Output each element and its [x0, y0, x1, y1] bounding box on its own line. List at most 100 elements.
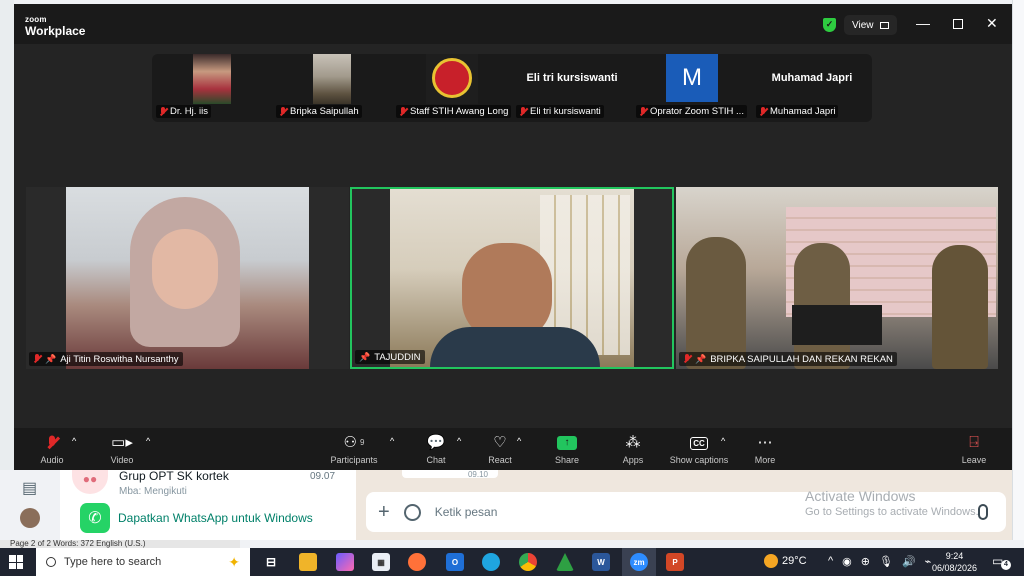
archive-icon[interactable]: ▤: [22, 478, 37, 498]
task-view-icon[interactable]: ⊟: [262, 553, 280, 571]
captions-icon: CC: [690, 434, 708, 452]
chat-item-name[interactable]: Grup OPT SK kortek: [119, 469, 229, 483]
taskbar-search[interactable]: Type here to search ✦: [36, 548, 250, 576]
laptop: [792, 305, 882, 345]
strip-tile[interactable]: Dr. Hj. iis: [152, 54, 272, 122]
participant-video: [676, 187, 998, 369]
audio-options-caret[interactable]: ^: [72, 436, 76, 446]
officer-figure: [932, 245, 988, 369]
store-icon[interactable]: ▦: [372, 553, 390, 571]
copilot-icon[interactable]: [336, 553, 354, 571]
participants-options-caret[interactable]: ^: [390, 436, 394, 446]
mic-muted-icon: [33, 354, 41, 364]
zoom-taskbar-icon[interactable]: zm: [630, 553, 648, 571]
mic-muted-icon: [639, 106, 647, 117]
encryption-shield-icon[interactable]: ✓: [823, 18, 836, 32]
leave-door-icon: ⍈: [969, 434, 979, 451]
stih-logo-icon: [432, 58, 472, 98]
participant-name: Muhamad Japri: [756, 105, 839, 118]
video-tile[interactable]: 📌 Aji Titin Roswitha Nursanthy: [26, 187, 349, 369]
clock-time: 9:24: [945, 551, 964, 561]
participant-display-name: Muhamad Japri: [771, 72, 853, 84]
video-button[interactable]: ▭▸ Video: [92, 434, 152, 465]
participant-name: Dr. Hj. iis: [156, 105, 211, 118]
captions-options-caret[interactable]: ^: [721, 436, 725, 446]
whatsapp-sidebar: ▤: [0, 470, 60, 540]
tray-chevron-icon[interactable]: ^: [828, 555, 833, 568]
zoom-logo-small: zoom: [25, 15, 47, 24]
powerpoint-icon[interactable]: P: [666, 553, 684, 571]
video-tile-active-speaker[interactable]: 📌 TAJUDDIN: [350, 187, 674, 369]
pin-icon: 📌: [359, 351, 371, 362]
background-app-edge: [0, 0, 14, 540]
grid-icon: [879, 21, 889, 29]
word-icon[interactable]: W: [592, 553, 610, 571]
more-button[interactable]: ⋯ More: [735, 434, 795, 465]
pin-icon: 📌: [45, 353, 57, 364]
mic-muted-icon: [159, 106, 167, 117]
apps-button[interactable]: ⁂ Apps: [603, 434, 663, 465]
weather-widget[interactable]: 29°C: [764, 554, 807, 568]
tray-mic-icon[interactable]: 🎙: [879, 555, 893, 568]
tray-record-icon[interactable]: ◉: [842, 555, 852, 568]
participants-button[interactable]: ⚇ 9 Participants: [324, 434, 384, 465]
minimize-icon[interactable]: —: [916, 16, 930, 30]
drive-icon[interactable]: [556, 553, 574, 571]
search-input[interactable]: Type here to search: [64, 556, 220, 568]
volume-icon[interactable]: 🔊: [902, 555, 916, 568]
strip-tile[interactable]: Muhamad Japri Muhamad Japri: [752, 54, 872, 122]
tray-app-icon[interactable]: ⊕: [861, 555, 870, 568]
participant-name: Staff STIH Awang Long: [396, 105, 512, 118]
word-status-bar: Page 2 of 2 Words: 372 English (U.S.): [0, 540, 240, 548]
promo-text[interactable]: Dapatkan WhatsApp untuk Windows: [118, 511, 313, 525]
captions-button[interactable]: CC Show captions: [669, 434, 729, 465]
leave-button[interactable]: ⍈ Leave: [944, 434, 1004, 465]
chat-item-time: 09.07: [310, 471, 336, 482]
share-button[interactable]: ↑ Share: [537, 434, 597, 465]
participant-name: Oprator Zoom STIH ...: [636, 105, 747, 118]
participants-count: 9: [360, 438, 365, 447]
react-options-caret[interactable]: ^: [517, 436, 521, 446]
whatsapp-logo-icon: ✆: [80, 503, 110, 533]
officer-figure: [686, 237, 746, 369]
participant-video: [390, 189, 634, 367]
video-tile[interactable]: 📌 BRIPKA SAIPULLAH DAN REKAN REKAN: [676, 187, 998, 369]
taskbar-clock[interactable]: 9:24 06/08/2026: [932, 550, 977, 574]
person-face: [152, 229, 218, 309]
participant-video: [193, 54, 231, 104]
chat-item-last-message: Mba: Mengikuti: [119, 486, 187, 497]
profile-avatar[interactable]: [20, 508, 40, 528]
strip-tile[interactable]: M Oprator Zoom STIH ...: [632, 54, 752, 122]
file-explorer-icon[interactable]: [299, 553, 317, 571]
whatsapp-download-promo[interactable]: ✆ Dapatkan WhatsApp untuk Windows: [66, 497, 354, 539]
participant-name: 📌 Aji Titin Roswitha Nursanthy: [29, 352, 183, 366]
attach-plus-icon[interactable]: +: [378, 501, 390, 524]
camera-icon: ▭▸: [111, 434, 133, 451]
strip-tile[interactable]: Eli tri kursiswanti Eli tri kursiswanti: [512, 54, 632, 122]
participant-video: [66, 187, 309, 369]
strip-tile[interactable]: Staff STIH Awang Long: [392, 54, 512, 122]
view-label: View: [852, 19, 874, 31]
mic-muted-icon: [519, 106, 527, 117]
chat-options-caret[interactable]: ^: [457, 436, 461, 446]
strip-tile[interactable]: Bripka Saipullah: [272, 54, 392, 122]
view-button[interactable]: View: [844, 15, 897, 35]
participant-strip: Dr. Hj. iis Bripka Saipullah Staff STIH …: [152, 54, 872, 122]
firefox-icon[interactable]: [408, 553, 426, 571]
meeting-toolbar: Audio ^ ▭▸ Video ^ ⚇ 9 Participants ^ 💬 C…: [14, 428, 1012, 470]
participant-name: Eli tri kursiswanti: [516, 105, 604, 118]
outlook-icon[interactable]: O: [446, 553, 464, 571]
video-options-caret[interactable]: ^: [146, 436, 150, 446]
windows-activation-watermark: Activate Windows Go to Settings to activ…: [805, 488, 979, 518]
edge-icon[interactable]: [482, 553, 500, 571]
weather-sun-icon: [764, 554, 778, 568]
chrome-icon[interactable]: [519, 553, 537, 571]
background-app-scrollbar: [1012, 0, 1024, 540]
close-icon[interactable]: ✕: [986, 16, 998, 30]
zoom-titlebar: zoom Workplace ✓ View — ✕: [14, 4, 1012, 44]
maximize-icon[interactable]: [953, 19, 963, 29]
voice-mic-icon[interactable]: [978, 504, 988, 520]
windows-start-icon[interactable]: [9, 555, 23, 569]
sticker-icon[interactable]: [403, 503, 421, 521]
network-icon[interactable]: ⌁: [925, 555, 932, 568]
